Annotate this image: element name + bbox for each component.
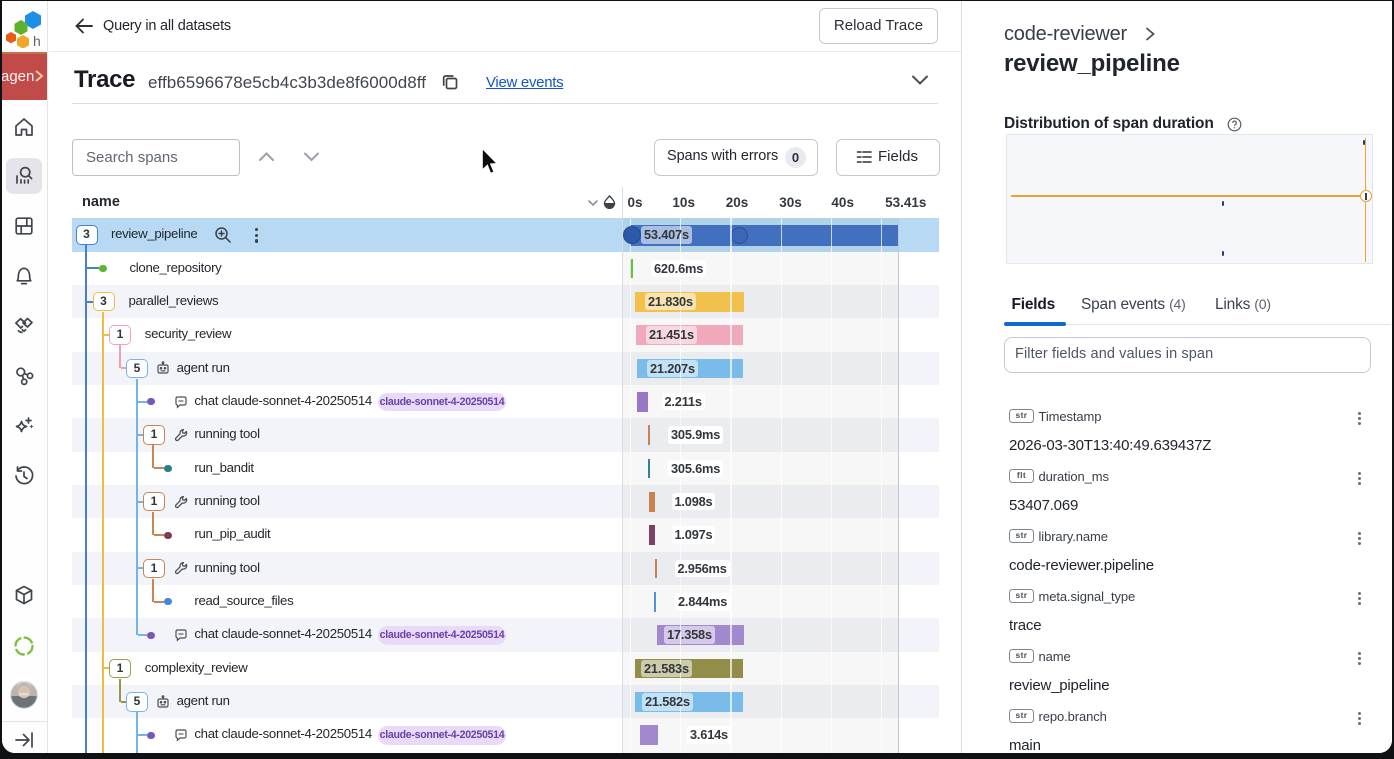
svg-text:h: h: [33, 33, 41, 48]
